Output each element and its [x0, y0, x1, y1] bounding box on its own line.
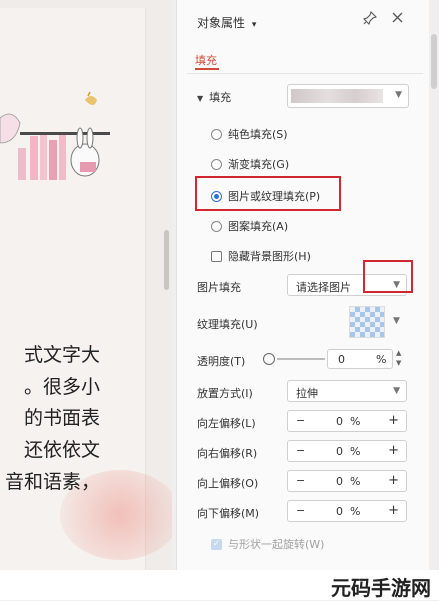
fill-section-header[interactable]: ▼ 填充 — [197, 89, 231, 105]
document-text-line: 还依依文 — [23, 439, 100, 461]
offset-unit: % — [350, 415, 361, 428]
decrement-button[interactable]: − — [296, 414, 305, 427]
spin-up-icon[interactable]: ▲ — [396, 350, 401, 357]
document-scrollbar[interactable] — [164, 230, 169, 290]
chevron-down-icon[interactable]: ▾ — [252, 20, 257, 30]
transparency-input[interactable]: 0 % — [327, 349, 393, 369]
watermark-band: 元码手游网 — [0, 570, 439, 600]
picture-fill-label: 图片填充 — [197, 281, 241, 294]
document-text-line: 。很多小 — [23, 376, 100, 398]
watermark-text: 元码手游网 — [331, 576, 431, 600]
radio-button[interactable] — [211, 158, 222, 170]
chevron-down-icon[interactable]: ▼ — [393, 316, 400, 326]
tab-fill-underline — [195, 68, 219, 70]
checkbox-checked[interactable]: ✓ — [211, 538, 222, 550]
offset-top-stepper[interactable]: − 0 % + — [287, 470, 407, 492]
chevron-down-icon: ▼ — [393, 280, 400, 290]
fill-preview-swatch — [291, 89, 383, 103]
document-text-line: 式文字大 — [23, 344, 100, 366]
radio-label: 图片或纹理填充(P) — [228, 190, 321, 203]
checkbox-label: 与形状一起旋转(W) — [228, 538, 325, 551]
texture-fill-label: 纹理填充(U) — [197, 318, 258, 331]
offset-value: 0 — [336, 475, 343, 488]
offset-unit: % — [350, 445, 361, 458]
radio-button-selected[interactable] — [211, 190, 222, 202]
decrement-button[interactable]: − — [296, 504, 305, 517]
divider — [187, 73, 423, 74]
texture-swatch[interactable] — [349, 306, 385, 338]
pane-scrollbar[interactable] — [431, 34, 437, 89]
document-text-line: 的书面表 — [23, 407, 100, 429]
document-canvas: 式文字大 。很多小 的书面表 还依依文 音和语素， — [0, 0, 172, 570]
bookshelf-illustration — [0, 91, 110, 180]
offset-left-stepper[interactable]: − 0 % + — [287, 410, 407, 432]
radio-label: 渐变填充(G) — [228, 158, 290, 171]
chevron-down-icon: ▼ — [393, 386, 400, 396]
placement-dropdown[interactable]: 拉伸 ▼ — [287, 380, 407, 402]
pane-title[interactable]: 对象属性 ▾ — [197, 14, 256, 31]
radio-label: 纯色填充(S) — [228, 128, 288, 141]
decrement-button[interactable]: − — [296, 444, 305, 457]
transparency-label: 透明度(T) — [197, 355, 246, 368]
chevron-down-icon: ▼ — [395, 90, 402, 100]
rotate-with-shape-checkbox[interactable]: ✓ 与形状一起旋转(W) — [211, 536, 324, 552]
placement-value: 拉伸 — [296, 387, 318, 400]
radio-button[interactable] — [211, 220, 222, 232]
tab-fill[interactable]: 填充 — [195, 52, 217, 68]
offset-right-stepper[interactable]: − 0 % + — [287, 440, 407, 462]
transparency-slider[interactable] — [277, 358, 325, 360]
radio-button[interactable] — [211, 128, 222, 140]
offset-right-label: 向右偏移(R) — [197, 447, 258, 460]
object-properties-pane: 对象属性 ▾ 填充 ▼ 填充 ▼ 纯色填充(S) 渐变填充(G) 图片或纹理填充(… — [176, 0, 429, 570]
offset-unit: % — [350, 475, 361, 488]
offset-top-label: 向上偏移(O) — [197, 477, 259, 490]
transparency-unit: % — [376, 353, 387, 366]
fill-preview-dropdown[interactable]: ▼ — [287, 84, 409, 108]
document-text-line: 音和语素， — [4, 471, 100, 493]
offset-unit: % — [350, 505, 361, 518]
picture-fill-value: 请选择图片 — [296, 281, 351, 294]
radio-solid-fill[interactable]: 纯色填充(S) — [211, 126, 288, 142]
radio-picture-texture-fill[interactable]: 图片或纹理填充(P) — [211, 188, 320, 204]
offset-value: 0 — [336, 505, 343, 518]
pin-icon[interactable] — [362, 10, 378, 29]
decrement-button[interactable]: − — [296, 474, 305, 487]
radio-pattern-fill[interactable]: 图案填充(A) — [211, 218, 288, 234]
offset-bottom-stepper[interactable]: − 0 % + — [287, 500, 407, 522]
picture-fill-dropdown[interactable]: 请选择图片 ▼ — [287, 274, 407, 296]
checkbox[interactable] — [211, 250, 222, 262]
increment-button[interactable]: + — [388, 503, 399, 518]
checkbox-label: 隐藏背景图形(H) — [228, 250, 311, 263]
spin-down-icon[interactable]: ▼ — [396, 360, 401, 367]
pane-title-text: 对象属性 — [197, 16, 246, 30]
offset-value: 0 — [336, 415, 343, 428]
increment-button[interactable]: + — [388, 413, 399, 428]
offset-bottom-label: 向下偏移(M) — [197, 507, 260, 520]
caret-down-icon: ▼ — [197, 94, 204, 103]
placement-label: 放置方式(I) — [197, 387, 253, 400]
offset-left-label: 向左偏移(L) — [197, 417, 256, 430]
increment-button[interactable]: + — [388, 443, 399, 458]
radio-label: 图案填充(A) — [228, 220, 289, 233]
radio-gradient-fill[interactable]: 渐变填充(G) — [211, 156, 289, 172]
slider-thumb-icon[interactable] — [263, 353, 275, 365]
fill-section-label: 填充 — [209, 91, 232, 104]
hide-background-checkbox[interactable]: 隐藏背景图形(H) — [211, 248, 311, 264]
transparency-value: 0 — [338, 353, 345, 366]
increment-button[interactable]: + — [388, 473, 399, 488]
close-icon[interactable] — [391, 11, 404, 28]
offset-value: 0 — [336, 445, 343, 458]
